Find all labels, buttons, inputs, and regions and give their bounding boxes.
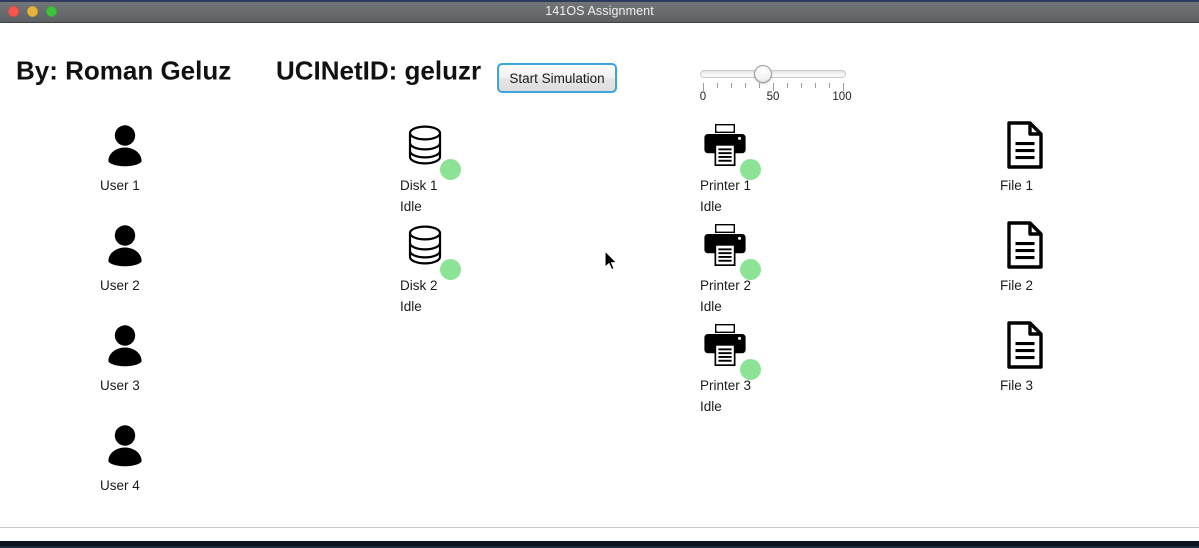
minimize-button[interactable]: [27, 6, 38, 17]
header-bar: By: Roman Geluz UCINetID: geluzr Start S…: [0, 23, 1199, 104]
user-entity[interactable]: User 2: [100, 220, 220, 295]
disk-label: Disk 2: [400, 278, 438, 293]
zoom-button[interactable]: [46, 6, 57, 17]
start-simulation-button[interactable]: Start Simulation: [497, 63, 617, 93]
printer-status-text: Idle: [700, 199, 722, 214]
user-label: User 3: [100, 378, 140, 393]
slider-tick-minor: [829, 83, 830, 88]
printer-label: Printer 3: [700, 378, 752, 393]
user-label: User 4: [100, 478, 140, 493]
file-icon-container[interactable]: [1000, 320, 1050, 370]
window-title: 141OS Assignment: [545, 4, 654, 18]
file-icon: [1007, 321, 1043, 369]
disk-entity[interactable]: Disk 2 Idle: [400, 220, 520, 316]
titlebar-accent-line: [0, 0, 1199, 2]
printer-entity[interactable]: Printer 3 Idle: [700, 320, 820, 416]
printer-icon-container[interactable]: [700, 220, 761, 280]
window-titlebar: 141OS Assignment: [0, 0, 1199, 23]
user-icon-container[interactable]: [100, 320, 150, 370]
slider-track[interactable]: [700, 70, 846, 78]
file-label: File 3: [1000, 378, 1034, 393]
slider-tick-minor: [787, 83, 788, 88]
slider-tick-minor: [731, 83, 732, 88]
file-label: File 1: [1000, 178, 1034, 193]
user-icon: [108, 325, 142, 367]
user-icon: [108, 225, 142, 267]
printer-label: Printer 2: [700, 278, 752, 293]
disk-entity[interactable]: Disk 1 Idle: [400, 120, 520, 216]
slider-tick-minor: [801, 83, 802, 88]
file-label: File 2: [1000, 278, 1034, 293]
status-indicator-dot: [740, 359, 761, 380]
printer-status-text: Idle: [700, 399, 722, 414]
slider-tick-minor: [745, 83, 746, 88]
file-icon-container[interactable]: [1000, 120, 1050, 170]
user-label: User 2: [100, 278, 140, 293]
printer-label: Printer 1: [700, 178, 752, 193]
file-icon-container[interactable]: [1000, 220, 1050, 270]
slider-ticks: [700, 83, 846, 91]
user-entity[interactable]: User 1: [100, 120, 220, 195]
slider-thumb[interactable]: [753, 65, 772, 83]
disk-icon-container[interactable]: [400, 220, 461, 280]
printer-entity[interactable]: Printer 1 Idle: [700, 120, 820, 216]
file-entity[interactable]: File 1: [1000, 120, 1120, 195]
slider-tick-minor: [815, 83, 816, 88]
file-icon: [1007, 221, 1043, 269]
user-icon: [108, 425, 142, 467]
user-icon-container[interactable]: [100, 220, 150, 270]
content-divider: [0, 527, 1199, 528]
slider-tick-minor: [717, 83, 718, 88]
file-entity[interactable]: File 2: [1000, 220, 1120, 295]
slider-tick-major: [773, 83, 774, 91]
user-label: User 1: [100, 178, 140, 193]
user-icon: [108, 125, 142, 167]
status-indicator-dot: [440, 159, 461, 180]
disk-icon-container[interactable]: [400, 120, 461, 180]
disk-status-text: Idle: [400, 199, 422, 214]
printer-status-text: Idle: [700, 299, 722, 314]
user-icon-container[interactable]: [100, 420, 150, 470]
close-button[interactable]: [8, 6, 19, 17]
printer-icon-container[interactable]: [700, 320, 761, 380]
status-indicator-dot: [440, 259, 461, 280]
slider-tick-major: [843, 83, 844, 91]
user-icon-container[interactable]: [100, 120, 150, 170]
printer-icon-container[interactable]: [700, 120, 761, 180]
application-window: 141OS Assignment By: Roman Geluz UCINetI…: [0, 0, 1199, 548]
window-controls: [8, 6, 57, 17]
printer-entity[interactable]: Printer 2 Idle: [700, 220, 820, 316]
slider-tick-major: [703, 83, 704, 91]
file-entity[interactable]: File 3: [1000, 320, 1120, 395]
user-entity[interactable]: User 4: [100, 420, 220, 495]
slider-tick-minor: [759, 83, 760, 88]
user-entity[interactable]: User 3: [100, 320, 220, 395]
author-label: By: Roman Geluz: [16, 55, 232, 86]
file-icon: [1007, 121, 1043, 169]
simulation-stage: User 1 User 2 User 3 User 4 Disk 1 Idle D…: [0, 95, 1199, 520]
disk-label: Disk 1: [400, 178, 438, 193]
status-indicator-dot: [740, 159, 761, 180]
netid-label: UCINetID: geluzr: [276, 55, 482, 86]
status-indicator-dot: [740, 259, 761, 280]
disk-status-text: Idle: [400, 299, 422, 314]
